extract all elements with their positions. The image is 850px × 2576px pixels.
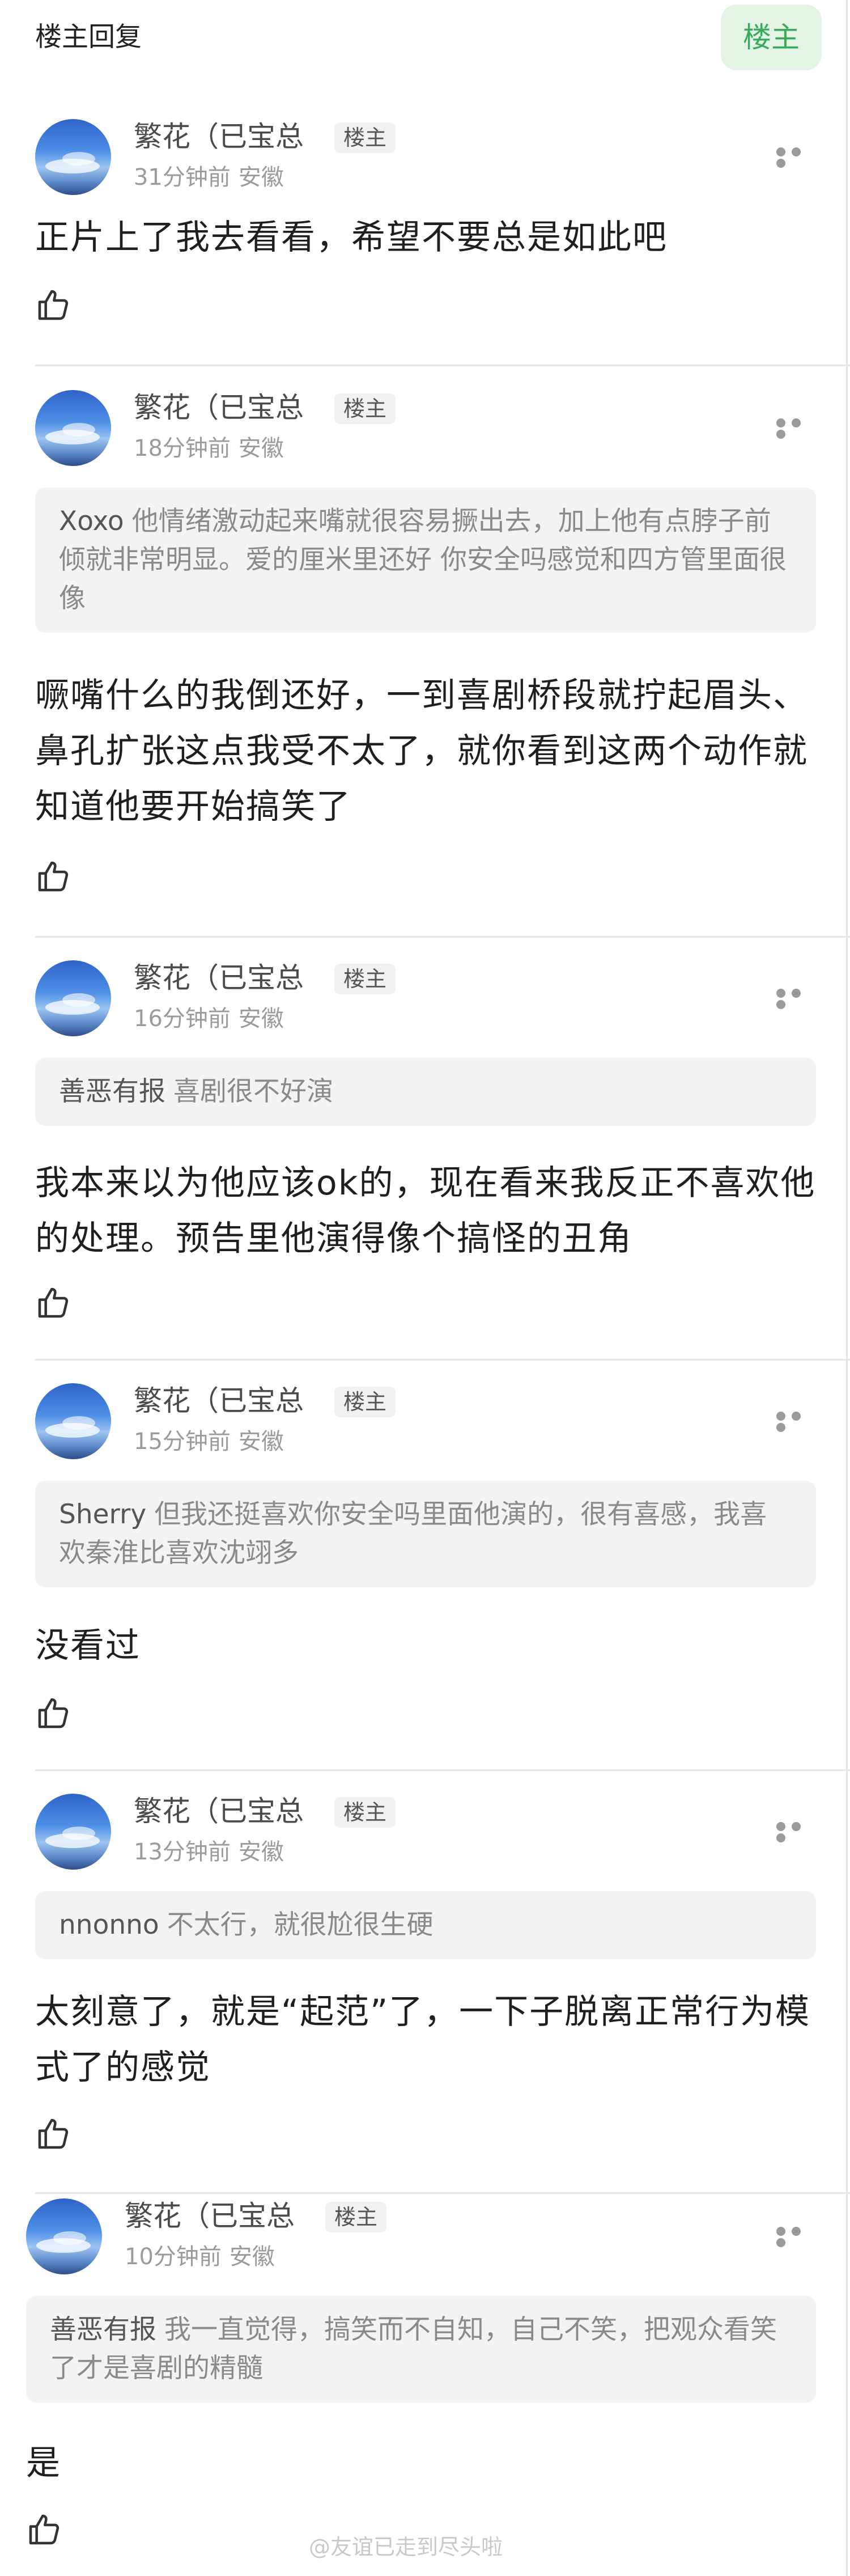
reply-post: 繁花（已宝总 楼主 31分钟前 安徽 正片上了我去看看，希望不要总是如此吧 [0, 119, 850, 366]
op-badge: 楼主 [334, 393, 396, 424]
reply-post: 繁花（已宝总 楼主 10分钟前 安徽 善恶有报 我一直觉得，搞笑而不自知，自己不笑，… [0, 2198, 841, 2573]
reply-text: 噘嘴什么的我倒还好，一到喜剧桥段就拧起眉头、鼻孔扩张这点我受不太了，就你看到这两… [35, 676, 808, 827]
quoted-reply[interactable]: Xoxo 他情绪激动起来嘴就很容易撅出去，加上他有点脖子前倾就非常明显。爱的厘米里… [35, 488, 816, 633]
op-badge: 楼主 [334, 1387, 396, 1417]
post-meta: 31分钟前 安徽 [134, 163, 284, 192]
author-name[interactable]: 繁花（已宝总 [134, 390, 304, 425]
more-dots-icon[interactable] [776, 2227, 816, 2247]
op-badge: 楼主 [334, 964, 396, 994]
post-time: 16分钟前 [134, 1006, 231, 1032]
avatar[interactable] [35, 390, 111, 466]
post-meta: 18分钟前 安徽 [134, 434, 284, 463]
thread-header: 楼主回复 楼主 [0, 0, 850, 77]
post-location: 安徽 [238, 435, 284, 461]
author-name[interactable]: 繁花（已宝总 [134, 1383, 304, 1418]
more-dots-icon[interactable] [776, 989, 816, 1009]
thumbs-up-icon[interactable] [35, 1695, 71, 1731]
post-divider [35, 936, 850, 938]
post-meta: 16分钟前 安徽 [134, 1005, 284, 1033]
watermark: @友谊已走到尽头啦 [309, 2535, 503, 2560]
thumbs-up-icon[interactable] [26, 2511, 62, 2548]
post-location: 安徽 [238, 164, 284, 190]
thumbs-up-icon[interactable] [35, 2116, 71, 2152]
quoted-reply[interactable]: Sherry 但我还挺喜欢你安全吗里面他演的，很有喜感，我喜欢秦淮比喜欢沈翊多 [35, 1481, 816, 1587]
more-dots-icon[interactable] [776, 418, 816, 439]
avatar[interactable] [35, 1794, 111, 1870]
post-divider [35, 1359, 850, 1361]
reply-post: 繁花（已宝总 楼主 16分钟前 安徽 善恶有报 喜剧很不好演 我本来以为他应该ok的… [0, 960, 850, 1361]
post-location: 安徽 [238, 1429, 284, 1455]
post-time: 31分钟前 [134, 164, 231, 190]
author-name[interactable]: 繁花（已宝总 [134, 1794, 304, 1829]
reply-text: 我本来以为他应该ok的，现在看来我反正不喜欢他的处理。预告里他演得像个搞怪的丑角 [35, 1163, 816, 1259]
quoted-reply[interactable]: 善恶有报 喜剧很不好演 [35, 1058, 816, 1126]
quoted-text: 喜剧很不好演 [173, 1076, 333, 1107]
reply-post: 繁花（已宝总 楼主 15分钟前 安徽 Sherry 但我还挺喜欢你安全吗里面他演的，… [0, 1383, 850, 1771]
avatar[interactable] [35, 1383, 111, 1459]
post-time: 18分钟前 [134, 435, 231, 461]
post-location: 安徽 [229, 2244, 275, 2270]
quoted-author: 善恶有报 [50, 2314, 156, 2345]
quoted-author: 善恶有报 [59, 1076, 165, 1107]
reply-post: 繁花（已宝总 楼主 18分钟前 安徽 Xoxo 他情绪激动起来嘴就很容易撅出去，加上… [0, 390, 850, 938]
post-location: 安徽 [238, 1006, 284, 1032]
reply-post: 繁花（已宝总 楼主 13分钟前 安徽 nnonno 不太行，就很尬很生硬 太刻意了，… [0, 1794, 850, 2194]
author-name[interactable]: 繁花（已宝总 [125, 2198, 295, 2234]
quoted-author: Sherry [59, 1499, 147, 1530]
quoted-text: 他情绪激动起来嘴就很容易撅出去，加上他有点脖子前倾就非常明显。爱的厘米里还好 你… [59, 506, 787, 614]
op-only-button[interactable]: 楼主 [721, 5, 822, 70]
post-meta: 10分钟前 安徽 [125, 2243, 275, 2271]
reply-text: 太刻意了，就是“起范”了，一下子脱离正常行为模式了的感觉 [35, 1992, 811, 2087]
post-meta: 15分钟前 安徽 [134, 1427, 284, 1456]
thumbs-up-icon[interactable] [35, 1285, 71, 1321]
post-time: 13分钟前 [134, 1839, 231, 1865]
post-divider [35, 365, 850, 366]
post-time: 10分钟前 [125, 2244, 222, 2270]
op-badge: 楼主 [325, 2202, 387, 2232]
quoted-author: nnonno [59, 1909, 159, 1941]
quoted-author: Xoxo [59, 506, 124, 537]
more-dots-icon[interactable] [776, 1822, 816, 1842]
reply-text: 没看过 [35, 1626, 141, 1666]
op-badge: 楼主 [334, 1797, 396, 1828]
post-location: 安徽 [238, 1839, 284, 1865]
quoted-reply[interactable]: 善恶有报 我一直觉得，搞笑而不自知，自己不笑，把观众看笑了才是喜剧的精髓 [26, 2296, 816, 2403]
reply-text: 正片上了我去看看，希望不要总是如此吧 [35, 218, 668, 257]
post-divider [35, 2192, 850, 2194]
quoted-text: 但我还挺喜欢你安全吗里面他演的，很有喜感，我喜欢秦淮比喜欢沈翊多 [59, 1499, 767, 1569]
quoted-text: 我一直觉得，搞笑而不自知，自己不笑，把观众看笑了才是喜剧的精髓 [50, 2314, 777, 2384]
thumbs-up-icon[interactable] [35, 858, 71, 895]
op-badge: 楼主 [334, 122, 396, 153]
post-divider [35, 1769, 850, 1771]
header-title: 楼主回复 [35, 22, 142, 53]
post-meta: 13分钟前 安徽 [134, 1838, 284, 1866]
quoted-text: 不太行，就很尬很生硬 [167, 1909, 434, 1941]
author-name[interactable]: 繁花（已宝总 [134, 119, 304, 154]
thumbs-up-icon[interactable] [35, 287, 71, 323]
avatar[interactable] [26, 2198, 102, 2274]
avatar[interactable] [35, 119, 111, 195]
reply-text: 是 [26, 2443, 61, 2483]
quoted-reply[interactable]: nnonno 不太行，就很尬很生硬 [35, 1891, 816, 1959]
more-dots-icon[interactable] [776, 147, 816, 168]
author-name[interactable]: 繁花（已宝总 [134, 960, 304, 995]
avatar[interactable] [35, 960, 111, 1036]
more-dots-icon[interactable] [776, 1412, 816, 1432]
post-time: 15分钟前 [134, 1429, 231, 1455]
